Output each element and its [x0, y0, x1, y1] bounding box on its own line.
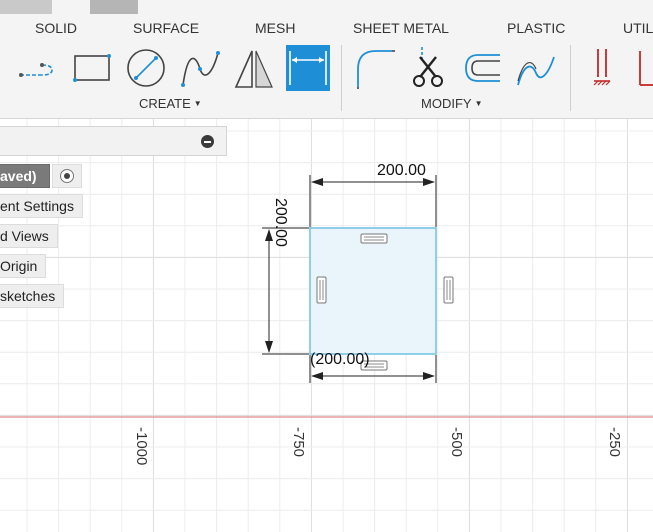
browser-item-label: sketches: [0, 288, 56, 304]
active-component-radio-wrap: [52, 164, 82, 188]
sketch-viewport[interactable]: -1000 -750 -500 -250 200.00 200.00 (200.…: [0, 119, 653, 532]
modify-caret-icon: ▼: [474, 99, 483, 108]
circle-icon[interactable]: [124, 45, 168, 91]
tab-solid[interactable]: SOLID: [35, 20, 77, 36]
browser-root-label: aved): [0, 168, 37, 184]
browser-item-label: d Views: [0, 228, 49, 244]
dimension-vertical[interactable]: 200.00: [262, 198, 309, 355]
vertical-constraint-icon[interactable]: [316, 276, 327, 304]
dimension-value[interactable]: 200.00: [272, 198, 289, 247]
vertical-constraint-icon[interactable]: [443, 276, 454, 304]
fit-point-spline-icon[interactable]: [514, 45, 558, 91]
browser-panel-header: [0, 126, 227, 156]
tab-utilities[interactable]: UTIL: [623, 20, 653, 36]
mirror-triangle-icon[interactable]: [232, 45, 276, 91]
browser-item-origin[interactable]: Origin: [0, 254, 47, 278]
create-caret-icon: ▼: [193, 99, 202, 108]
browser-item-sketches[interactable]: sketches: [0, 284, 65, 308]
tab-plastic[interactable]: PLASTIC: [507, 20, 565, 36]
browser-item-named-views[interactable]: d Views: [0, 224, 58, 248]
sketch-dimension-icon[interactable]: [286, 45, 330, 91]
axis-label: -1000: [133, 427, 150, 465]
modify-menu[interactable]: MODIFY ▼: [421, 96, 482, 111]
horizontal-constraint-icon[interactable]: [360, 233, 388, 244]
create-label: CREATE: [139, 96, 191, 111]
trim-scissors-icon[interactable]: [406, 45, 450, 91]
tab-surface[interactable]: SURFACE: [133, 20, 199, 36]
home-tab-stub[interactable]: [90, 0, 138, 14]
construction-icon[interactable]: [630, 45, 653, 91]
dimension-value[interactable]: 200.00: [377, 162, 426, 179]
browser-item-label: ent Settings: [0, 198, 74, 214]
tab-mesh[interactable]: MESH: [255, 20, 295, 36]
offset-icon[interactable]: [460, 45, 504, 91]
fillet-icon[interactable]: [352, 45, 396, 91]
axis-tick-labels: -1000 -750 -500 -250: [133, 427, 623, 465]
sketch-canvas[interactable]: -1000 -750 -500 -250 200.00 200.00 (200.…: [0, 119, 653, 532]
browser-root-item[interactable]: aved): [0, 164, 50, 188]
sketch-toolbar: SOLID SURFACE MESH SHEET METAL PLASTIC U…: [0, 0, 653, 119]
workspace-tab-stub[interactable]: [0, 0, 52, 14]
active-radio-icon[interactable]: [60, 169, 74, 183]
group-divider: [341, 45, 342, 111]
line-icon[interactable]: [16, 45, 60, 91]
tab-sheet-metal[interactable]: SHEET METAL: [353, 20, 449, 36]
create-menu[interactable]: CREATE ▼: [139, 96, 202, 111]
collapse-panel-icon[interactable]: [201, 135, 214, 148]
rectangle-icon[interactable]: [70, 45, 114, 91]
modify-label: MODIFY: [421, 96, 472, 111]
axis-label: -250: [606, 427, 623, 457]
spline-icon[interactable]: [178, 45, 222, 91]
axis-label: -750: [290, 427, 307, 457]
axis-label: -500: [448, 427, 465, 457]
sketch-profile-square[interactable]: [309, 227, 437, 355]
dimension-value[interactable]: (200.00): [310, 351, 370, 368]
browser-item-document-settings[interactable]: ent Settings: [0, 194, 83, 218]
constraint-icon[interactable]: [588, 45, 632, 91]
browser-item-label: Origin: [0, 258, 38, 274]
group-divider: [570, 45, 571, 111]
